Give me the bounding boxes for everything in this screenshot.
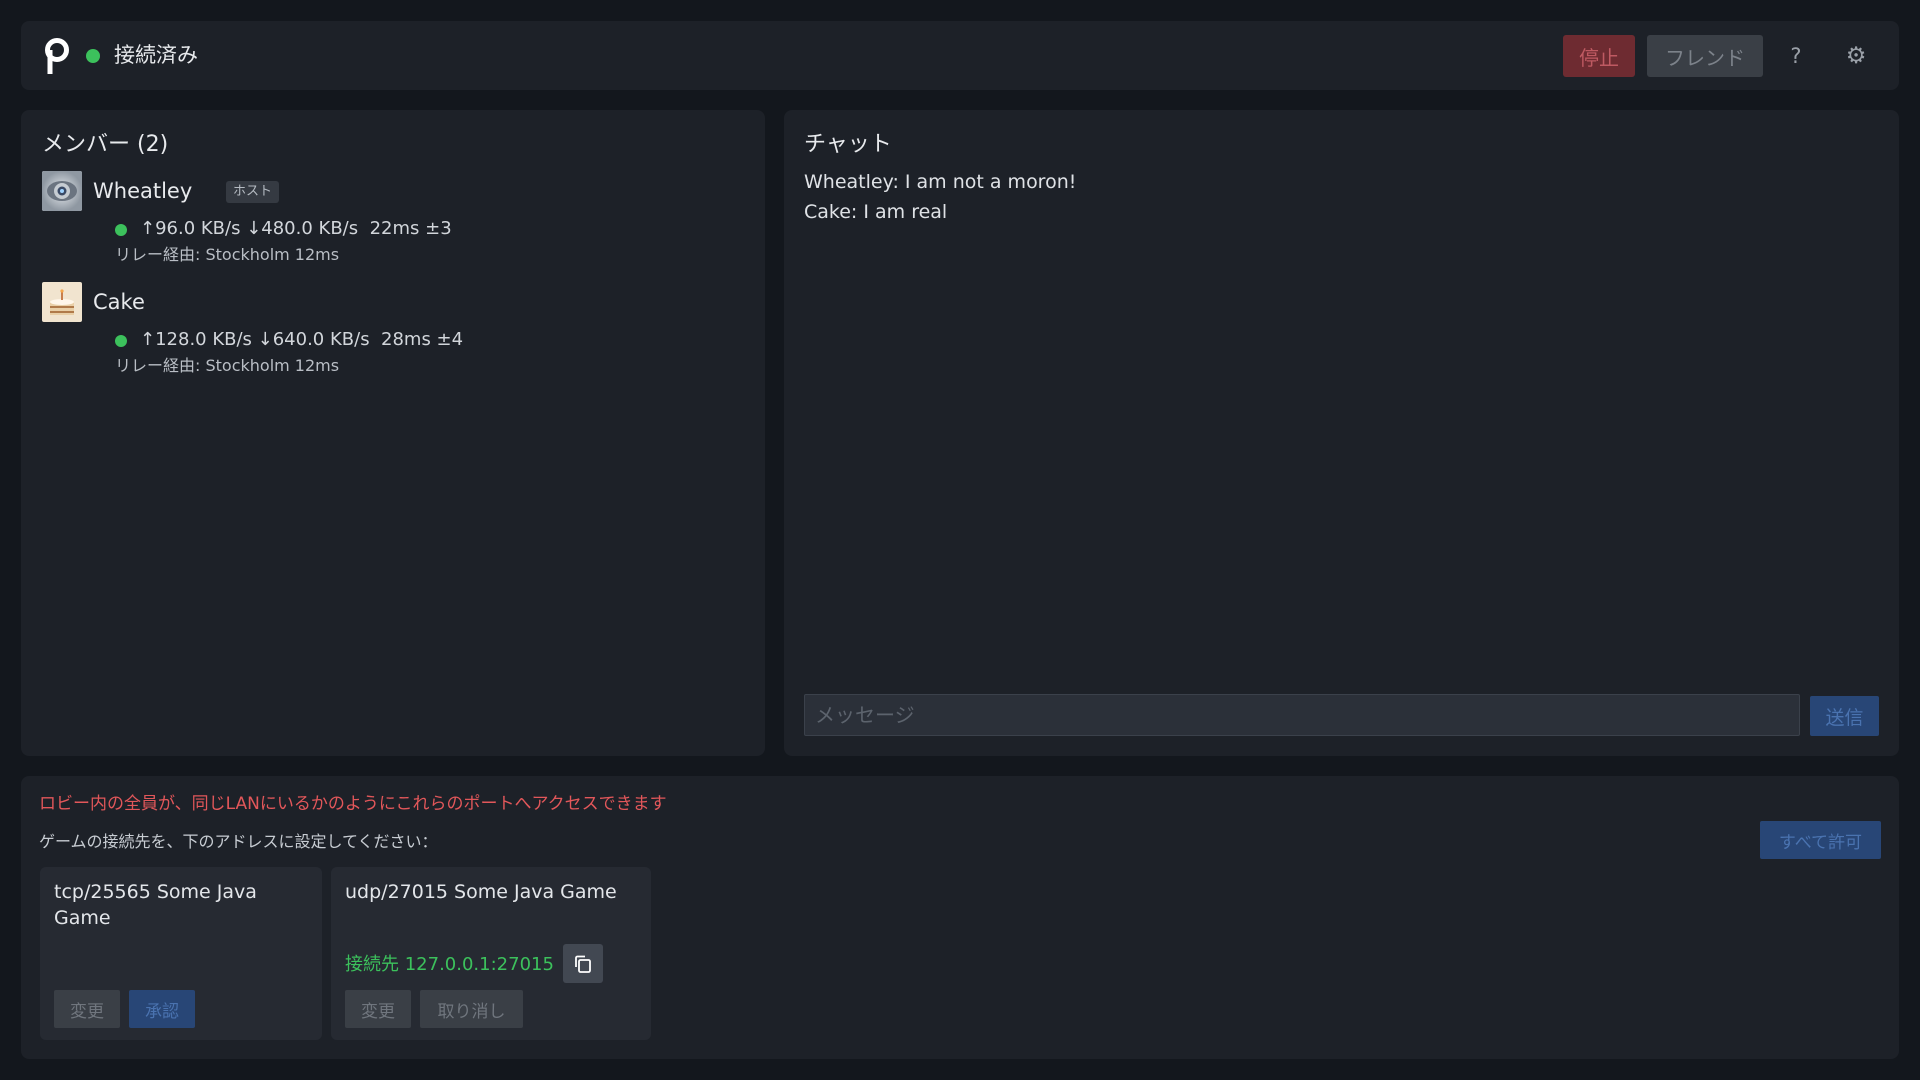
app-logo-icon bbox=[45, 38, 69, 74]
chat-message: Cake: I am real bbox=[804, 201, 948, 223]
cancel-button[interactable]: 取り消し bbox=[420, 990, 523, 1028]
send-button[interactable]: 送信 bbox=[1810, 696, 1879, 736]
lan-access-warning: ロビー内の全員が、同じLANにいるかのようにこれらのポートへアクセスできます bbox=[39, 794, 667, 814]
member-item: Wheatley ホスト ↑96.0 KB/s ↓480.0 KB/s 22ms… bbox=[42, 171, 742, 281]
friends-button[interactable]: フレンド bbox=[1647, 35, 1763, 77]
allow-all-button[interactable]: すべて許可 bbox=[1760, 821, 1881, 859]
stop-button[interactable]: 停止 bbox=[1563, 35, 1635, 77]
chat-title: チャット bbox=[804, 132, 892, 157]
member-online-dot bbox=[115, 224, 127, 236]
address-hint: ゲームの接続先を、下のアドレスに設定してください： bbox=[39, 832, 438, 851]
port-title: udp/27015 Some Java Game bbox=[345, 881, 617, 903]
chat-message: Wheatley: I am not a moron! bbox=[804, 171, 1077, 193]
message-input[interactable] bbox=[804, 694, 1800, 736]
members-title: メンバー (2) bbox=[42, 132, 169, 157]
copy-icon[interactable] bbox=[563, 944, 603, 983]
port-title: tcp/25565 Some Java Game bbox=[54, 881, 257, 929]
approve-button[interactable]: 承認 bbox=[129, 990, 195, 1028]
host-badge: ホスト bbox=[226, 181, 280, 203]
member-name: Wheatley bbox=[93, 179, 193, 203]
chat-panel: チャット Wheatley: I am not a moron! Cake: I… bbox=[784, 110, 1899, 756]
connection-address: 接続先 127.0.0.1:27015 bbox=[345, 954, 554, 975]
member-stats: ↑128.0 KB/s ↓640.0 KB/s 28ms ±4 bbox=[140, 329, 464, 350]
member-name: Cake bbox=[93, 290, 145, 314]
members-panel: メンバー (2) Wheatley ホスト ↑96.0 KB/s ↓480.0 … bbox=[21, 110, 765, 756]
port-card: udp/27015 Some Java Game 接続先 127.0.0.1:2… bbox=[331, 867, 651, 1040]
member-stats: ↑96.0 KB/s ↓480.0 KB/s 22ms ±3 bbox=[140, 218, 452, 239]
change-button[interactable]: 変更 bbox=[54, 990, 120, 1028]
connection-status-dot bbox=[86, 49, 100, 63]
gear-icon[interactable]: ⚙ bbox=[1840, 40, 1872, 72]
connection-status: 接続済み bbox=[114, 43, 198, 67]
member-relay: リレー経由: Stockholm 12ms bbox=[115, 245, 340, 264]
member-relay: リレー経由: Stockholm 12ms bbox=[115, 356, 340, 375]
cake-avatar bbox=[42, 282, 82, 322]
port-card: tcp/25565 Some Java Game 変更 承認 bbox=[40, 867, 322, 1040]
change-button[interactable]: 変更 bbox=[345, 990, 411, 1028]
ports-panel: ロビー内の全員が、同じLANにいるかのようにこれらのポートへアクセスできます ゲ… bbox=[21, 776, 1899, 1059]
help-icon[interactable]: ? bbox=[1780, 40, 1812, 72]
member-online-dot bbox=[115, 335, 127, 347]
member-item: Cake ↑128.0 KB/s ↓640.0 KB/s 28ms ±4 リレー… bbox=[42, 282, 742, 392]
eye-robot-avatar bbox=[42, 171, 82, 211]
